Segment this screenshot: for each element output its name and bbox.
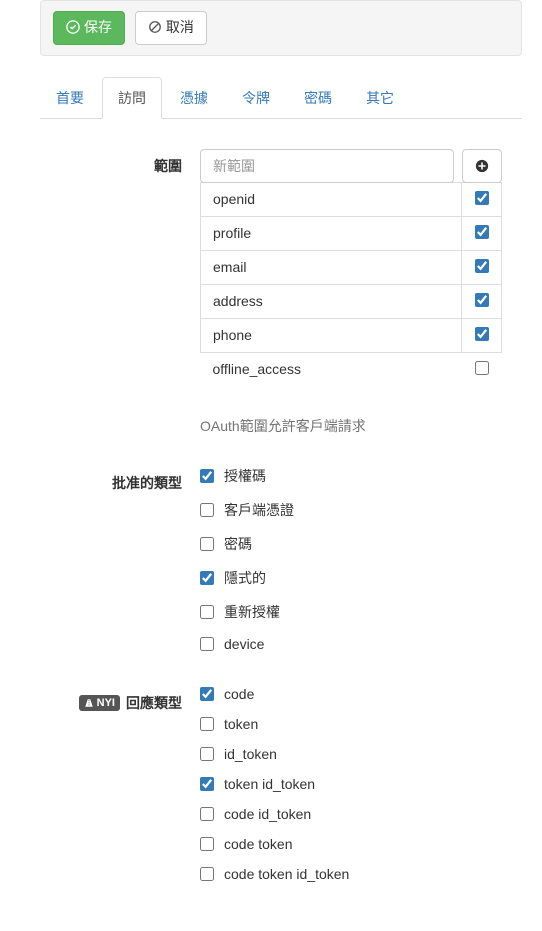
response-types-row: NYI 回應類型 code token id_tokentoken id_token… [40, 686, 502, 896]
response-type-checkbox[interactable] [200, 867, 214, 881]
check-circle-icon [66, 20, 80, 34]
response-type-label[interactable]: code id_token [224, 806, 311, 822]
scope-row-item: email [201, 250, 502, 284]
grant-types-list: 授權碼客戶端憑證密碼隱式的重新授權 device [200, 466, 502, 652]
tabs: 首要訪問憑據令牌密碼其它 [40, 76, 522, 119]
tab-4[interactable]: 密碼 [288, 77, 348, 119]
save-label: 保存 [84, 19, 112, 35]
response-type-checkbox[interactable] [200, 837, 214, 851]
scope-row-item: offline_access [201, 352, 502, 386]
scope-checkbox[interactable] [475, 327, 489, 341]
grant-type-item: device [200, 636, 502, 652]
scope-name: address [201, 284, 462, 318]
scope-name: openid [201, 182, 462, 216]
scope-checkbox[interactable] [475, 361, 489, 375]
scope-checkbox[interactable] [475, 259, 489, 273]
nyi-badge-text: NYI [97, 697, 115, 709]
grant-types-label: 批准的類型 [40, 466, 200, 493]
scope-name: profile [201, 216, 462, 250]
tab-2[interactable]: 憑據 [164, 77, 224, 119]
scope-checkbox[interactable] [475, 225, 489, 239]
response-type-label[interactable]: token [224, 716, 258, 732]
response-type-checkbox[interactable] [200, 747, 214, 761]
scope-help-text: OAuth範圍允許客戶端請求 [200, 416, 502, 436]
response-type-label[interactable]: token id_token [224, 776, 315, 792]
grant-type-label[interactable]: 授權碼 [224, 466, 266, 486]
scope-name: phone [201, 318, 462, 352]
grant-type-checkbox[interactable] [200, 503, 214, 517]
scope-checkbox[interactable] [475, 293, 489, 307]
response-type-label[interactable]: id_token [224, 746, 277, 762]
response-type-label[interactable]: code [224, 686, 254, 702]
scope-name: offline_access [201, 352, 462, 386]
grant-type-item: 密碼 [200, 534, 502, 554]
response-type-item: code id_token [200, 806, 502, 822]
scope-label: 範圍 [40, 149, 200, 176]
grant-type-checkbox[interactable] [200, 571, 214, 585]
cancel-button[interactable]: 取消 [135, 11, 207, 45]
cancel-label: 取消 [166, 19, 194, 35]
grant-type-checkbox[interactable] [200, 469, 214, 483]
grant-type-item: 隱式的 [200, 568, 502, 588]
grant-type-checkbox[interactable] [200, 605, 214, 619]
tab-0[interactable]: 首要 [40, 77, 100, 119]
response-type-checkbox[interactable] [200, 807, 214, 821]
response-types-list: code token id_tokentoken id_tokencode id_t… [200, 686, 502, 882]
grant-type-checkbox[interactable] [200, 637, 214, 651]
form-area: 範圍 openidprofileemailaddressphoneoffline… [0, 119, 542, 931]
response-type-checkbox[interactable] [200, 717, 214, 731]
tab-3[interactable]: 令牌 [226, 77, 286, 119]
grant-type-label[interactable]: 隱式的 [224, 568, 266, 588]
response-type-item: code token [200, 836, 502, 852]
grant-types-row: 批准的類型 授權碼客戶端憑證密碼隱式的重新授權 device [40, 466, 502, 666]
response-type-item: token [200, 716, 502, 732]
grant-type-label[interactable]: device [224, 636, 264, 652]
road-icon [84, 698, 94, 708]
response-types-label-container: NYI 回應類型 [40, 686, 200, 713]
tab-5[interactable]: 其它 [350, 77, 410, 119]
response-type-checkbox[interactable] [200, 687, 214, 701]
grant-type-label[interactable]: 密碼 [224, 534, 252, 554]
response-type-checkbox[interactable] [200, 777, 214, 791]
save-button[interactable]: 保存 [53, 11, 125, 45]
scope-checkbox[interactable] [475, 191, 489, 205]
grant-type-item: 客戶端憑證 [200, 500, 502, 520]
grant-type-item: 重新授權 [200, 602, 502, 622]
new-scope-input[interactable] [200, 149, 454, 183]
tab-1[interactable]: 訪問 [102, 77, 162, 119]
plus-circle-icon [475, 159, 489, 173]
response-types-label: 回應類型 [126, 693, 182, 713]
grant-type-item: 授權碼 [200, 466, 502, 486]
grant-type-label[interactable]: 客戶端憑證 [224, 500, 294, 520]
add-scope-button[interactable] [462, 149, 502, 183]
nyi-badge: NYI [79, 695, 120, 711]
scope-row-item: profile [201, 216, 502, 250]
scope-table: openidprofileemailaddressphoneoffline_ac… [200, 182, 502, 386]
response-type-item: code token id_token [200, 866, 502, 882]
ban-icon [148, 20, 162, 34]
scope-row: 範圍 openidprofileemailaddressphoneoffline… [40, 149, 502, 436]
response-type-item: code [200, 686, 502, 702]
grant-type-label[interactable]: 重新授權 [224, 602, 280, 622]
toolbar: 保存 取消 [40, 0, 522, 56]
scope-row-item: address [201, 284, 502, 318]
scope-name: email [201, 250, 462, 284]
response-type-label[interactable]: code token id_token [224, 866, 349, 882]
response-type-label[interactable]: code token [224, 836, 293, 852]
grant-type-checkbox[interactable] [200, 537, 214, 551]
scope-row-item: phone [201, 318, 502, 352]
scope-row-item: openid [201, 182, 502, 216]
response-type-item: token id_token [200, 776, 502, 792]
response-type-item: id_token [200, 746, 502, 762]
